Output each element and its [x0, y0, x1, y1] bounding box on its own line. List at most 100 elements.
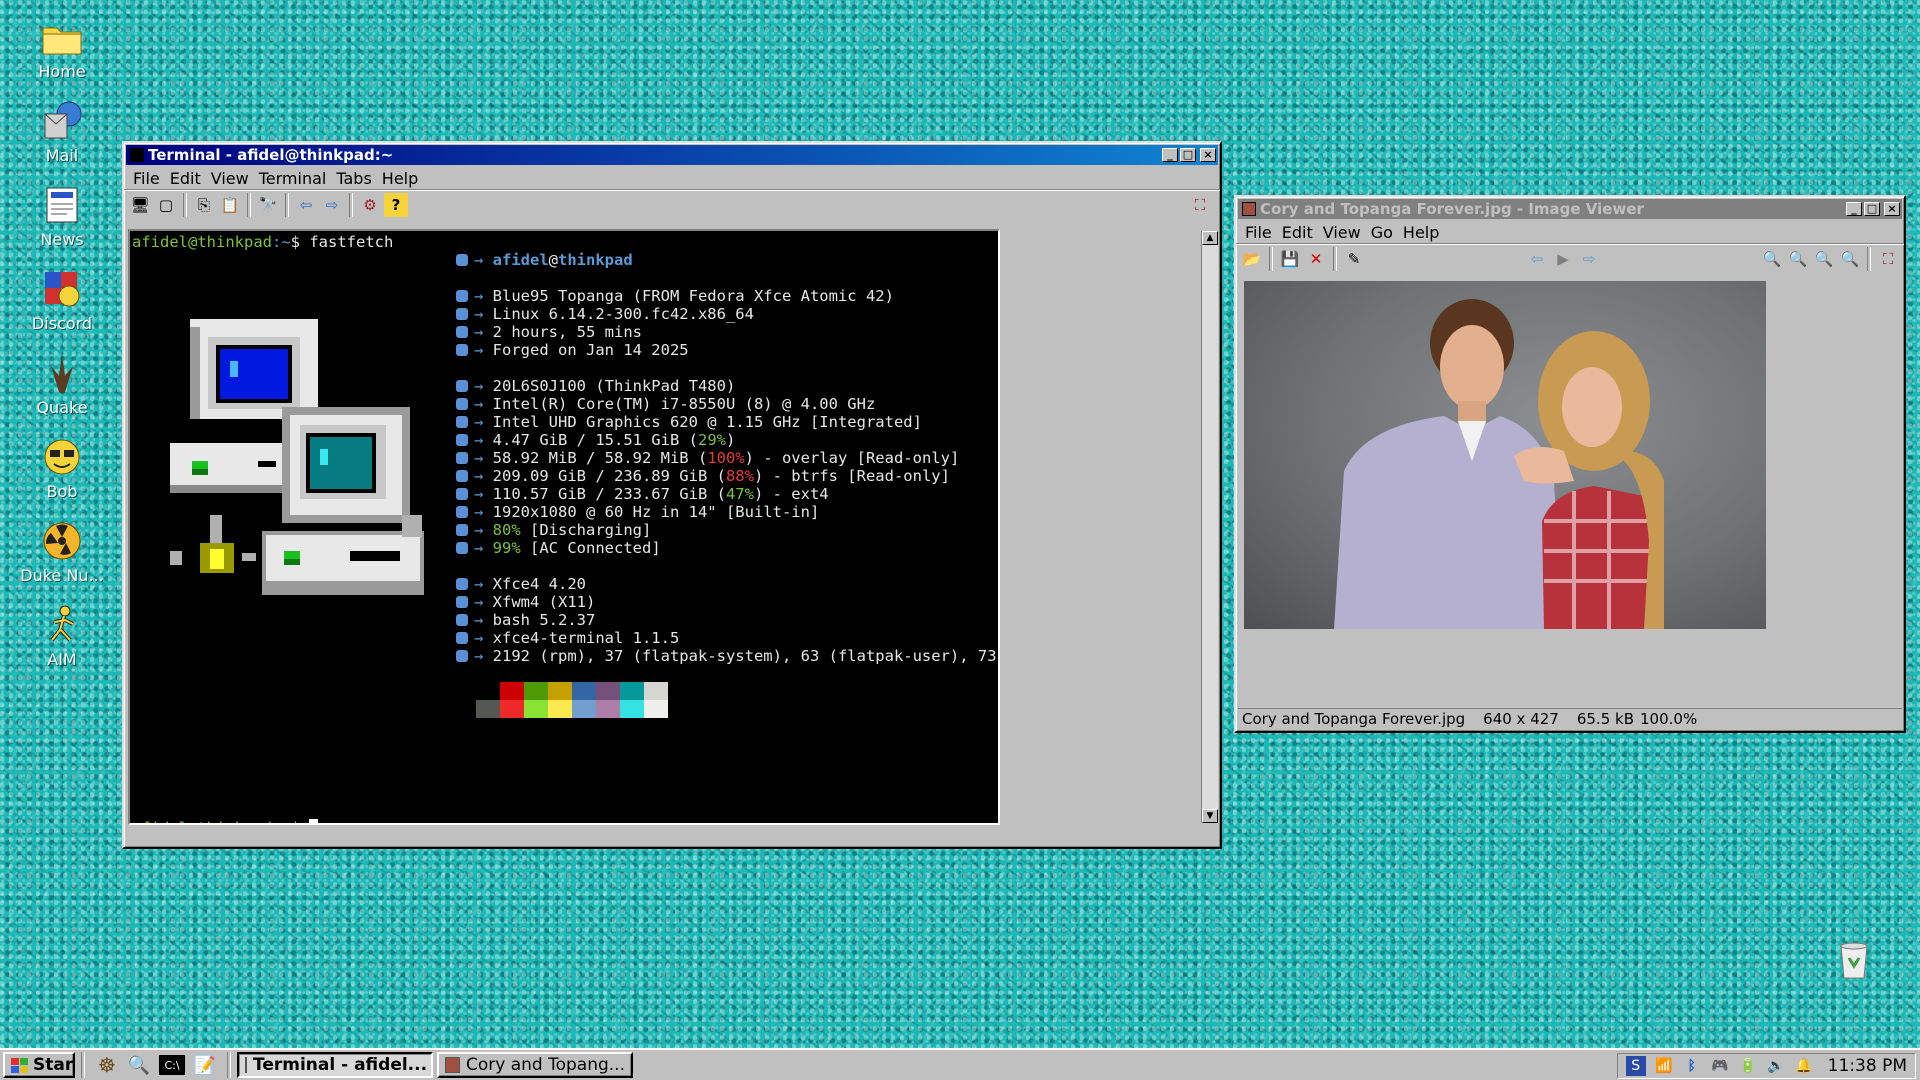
- palette-swatch: [500, 700, 524, 718]
- discord-tray-icon[interactable]: 🎮: [1710, 1056, 1730, 1076]
- terminal-titlebar[interactable]: Terminal - afidel@thinkpad:~ _ □ ×: [126, 145, 1218, 165]
- fullscreen-icon[interactable]: ⛶: [1188, 193, 1212, 217]
- notification-bell-icon[interactable]: 🔔: [1794, 1056, 1814, 1076]
- taskbar-task-image-viewer[interactable]: Cory and Topang...: [437, 1052, 633, 1078]
- news-icon: [39, 182, 85, 228]
- viewer-titlebar[interactable]: Cory and Topanga Forever.jpg - Image Vie…: [1238, 199, 1902, 219]
- previous-image-icon[interactable]: ⇦: [1525, 247, 1549, 271]
- start-button[interactable]: Start: [3, 1052, 75, 1078]
- fetch-host: thinkpad: [558, 251, 633, 269]
- bob-icon: [39, 434, 85, 480]
- palette-swatch: [476, 682, 500, 700]
- quicklaunch-helm-icon[interactable]: ☸: [95, 1053, 119, 1077]
- bluetooth-icon[interactable]: ᛒ: [1682, 1056, 1702, 1076]
- maximize-button[interactable]: □: [1180, 148, 1196, 162]
- menu-tabs[interactable]: Tabs: [331, 169, 376, 188]
- menu-view[interactable]: View: [1318, 223, 1366, 242]
- quicklaunch-terminal-icon[interactable]: C:\: [159, 1055, 185, 1075]
- start-label: Start: [33, 1055, 74, 1075]
- menu-edit[interactable]: Edit: [165, 169, 206, 188]
- user-icon: [456, 254, 468, 266]
- find-icon[interactable]: 🔭: [256, 193, 280, 217]
- terminal-icon: [456, 632, 468, 644]
- next-image-icon[interactable]: ⇨: [1577, 247, 1601, 271]
- desktop-icon-duke[interactable]: Duke Nu...: [14, 518, 110, 585]
- package-icon: [456, 650, 468, 662]
- toolbar-separator: [1269, 247, 1273, 271]
- calendar-icon: [456, 344, 468, 356]
- quicklaunch-search-icon[interactable]: 🔍: [127, 1053, 151, 1077]
- fetch-terminal: → xfce4-terminal 1.1.5: [456, 629, 998, 647]
- fetch-os: → Blue95 Topanga (FROM Fedora Xfce Atomi…: [456, 287, 998, 305]
- scroll-down-button[interactable]: ▼: [1202, 809, 1218, 823]
- discord-icon: [39, 266, 85, 312]
- desktop-icon-news[interactable]: News: [14, 182, 110, 249]
- fetch-shell: → bash 5.2.37: [456, 611, 998, 629]
- taskbar-task-terminal[interactable]: Terminal - afidel...: [237, 1052, 433, 1078]
- desktop-icon-mail[interactable]: Mail: [14, 98, 110, 165]
- menu-view[interactable]: View: [206, 169, 254, 188]
- delete-icon[interactable]: ✕: [1304, 247, 1328, 271]
- menu-file[interactable]: File: [128, 169, 165, 188]
- terminal-scrollbar[interactable]: ▲ ▼: [1201, 231, 1218, 823]
- window-title: Terminal - afidel@thinkpad:~: [148, 146, 394, 164]
- minimize-button[interactable]: _: [1162, 148, 1178, 162]
- network-icon[interactable]: 📶: [1654, 1056, 1674, 1076]
- menu-terminal[interactable]: Terminal: [254, 169, 332, 188]
- menu-go[interactable]: Go: [1366, 223, 1398, 242]
- fetch-disk-btrfs: → 209.09 GiB / 236.89 GiB (88%) - btrfs …: [456, 467, 998, 485]
- help-icon[interactable]: ?: [384, 193, 408, 217]
- desktop-icon-quake[interactable]: Quake: [14, 350, 110, 417]
- palette-swatch: [572, 700, 596, 718]
- terminal-window[interactable]: Terminal - afidel@thinkpad:~ _ □ × File …: [122, 141, 1222, 849]
- zoom-100-icon[interactable]: 🔍: [1838, 247, 1862, 271]
- command-text: fastfetch: [309, 233, 394, 251]
- paste-icon[interactable]: 📋: [218, 193, 242, 217]
- new-tab-icon[interactable]: 🖥: [128, 193, 152, 217]
- quake-icon: [39, 350, 85, 396]
- fullscreen-icon[interactable]: ⛶: [1876, 247, 1900, 271]
- desktop-icon-trash[interactable]: [1806, 936, 1902, 984]
- zoom-in-icon[interactable]: 🔍: [1760, 247, 1784, 271]
- zoom-fit-icon[interactable]: 🔍: [1812, 247, 1836, 271]
- previous-tab-icon[interactable]: ⇦: [294, 193, 318, 217]
- desktop-icon-label: Duke Nu...: [20, 566, 104, 585]
- palette-swatch: [524, 682, 548, 700]
- volume-icon[interactable]: 🔈: [1766, 1056, 1786, 1076]
- desktop-icon-home[interactable]: Home: [14, 14, 110, 81]
- desktop-icon-aim[interactable]: AIM: [14, 602, 110, 669]
- palette-swatch: [572, 682, 596, 700]
- save-icon[interactable]: 💾: [1278, 247, 1302, 271]
- maximize-button[interactable]: □: [1864, 202, 1880, 216]
- menu-help[interactable]: Help: [1398, 223, 1444, 242]
- desktop-icon-discord[interactable]: Discord: [14, 266, 110, 333]
- close-button[interactable]: ×: [1200, 148, 1216, 162]
- terminal-output[interactable]: afidel@thinkpad:~$ fastfetch → afidel@th…: [128, 229, 1000, 825]
- os-icon: [456, 290, 468, 302]
- disk-icon: [456, 470, 468, 482]
- next-tab-icon[interactable]: ⇨: [320, 193, 344, 217]
- close-button[interactable]: ×: [1884, 202, 1900, 216]
- edit-icon[interactable]: ✎: [1342, 247, 1366, 271]
- menu-file[interactable]: File: [1240, 223, 1277, 242]
- updates-icon[interactable]: S: [1625, 1056, 1646, 1076]
- copy-icon[interactable]: ⎘: [192, 193, 216, 217]
- menu-help[interactable]: Help: [377, 169, 423, 188]
- quicklaunch-notepad-icon[interactable]: 📝: [193, 1053, 217, 1077]
- minimize-button[interactable]: _: [1846, 202, 1862, 216]
- image-viewer-window[interactable]: Cory and Topanga Forever.jpg - Image Vie…: [1234, 195, 1906, 733]
- scroll-up-button[interactable]: ▲: [1202, 231, 1218, 245]
- fetch-disk-overlay: → 58.92 MiB / 58.92 MiB (100%) - overlay…: [456, 449, 998, 467]
- preferences-icon[interactable]: ⚙: [358, 193, 382, 217]
- menu-edit[interactable]: Edit: [1277, 223, 1318, 242]
- toolbar-separator: [285, 193, 289, 217]
- open-folder-icon[interactable]: 📂: [1240, 247, 1264, 271]
- battery-tray-icon[interactable]: 🔋: [1738, 1056, 1758, 1076]
- new-window-icon[interactable]: ▢: [154, 193, 178, 217]
- battery-icon: [456, 524, 468, 536]
- trash-icon: [1831, 936, 1877, 982]
- task-label: Cory and Topang...: [466, 1055, 625, 1075]
- slideshow-icon[interactable]: ▶: [1551, 247, 1575, 271]
- zoom-out-icon[interactable]: 🔍: [1786, 247, 1810, 271]
- desktop-icon-bob[interactable]: Bob: [14, 434, 110, 501]
